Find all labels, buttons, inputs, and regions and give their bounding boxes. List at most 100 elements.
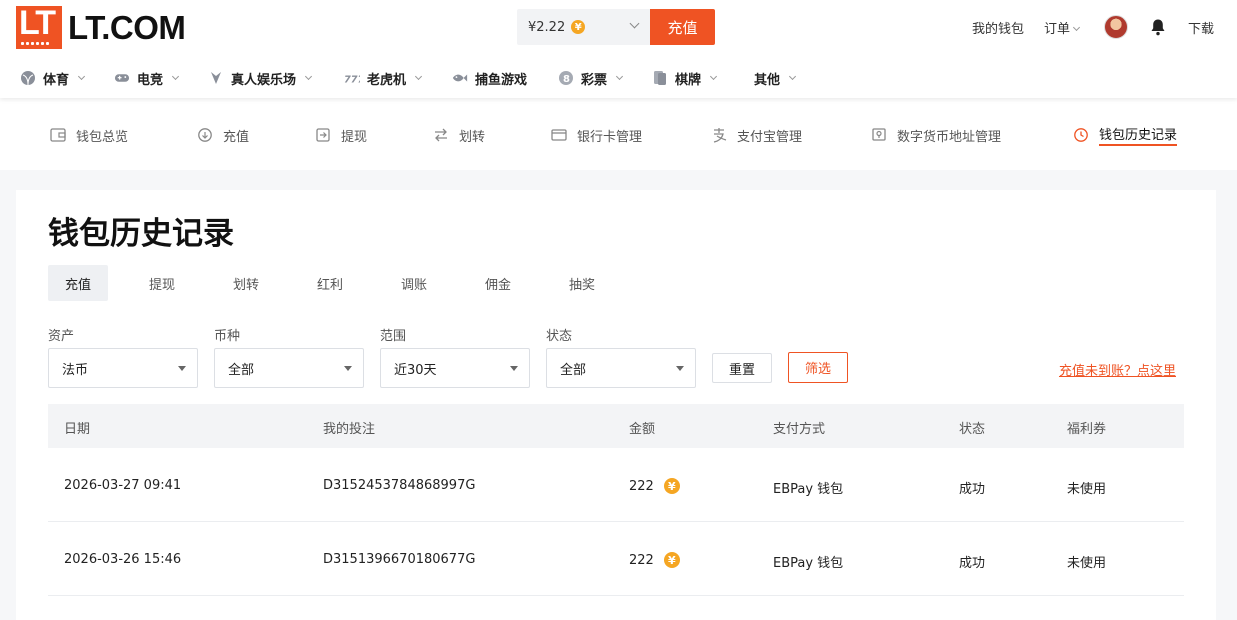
reset-button[interactable]: 重置 [712,353,772,383]
category-label: 真人娱乐场 [231,72,297,88]
row-date: 2026-03-27 09:41 [64,478,182,493]
deposit-button[interactable]: 充值 [650,9,715,45]
tab-bonus[interactable]: 红利 [300,265,360,301]
chevron-down-icon [1072,23,1081,32]
avatar[interactable] [1104,15,1128,39]
yen-coin-icon: ¥ [571,20,586,34]
table-row[interactable]: 2026-03-26 15:46 D3151396670180677G 222 … [48,522,1184,596]
caret-down-icon [344,366,352,371]
row-coupon: 未使用 [1067,482,1107,497]
row-payment-method: EBPay 钱包 [773,556,844,571]
bell-icon[interactable] [1150,18,1166,36]
range-select[interactable]: 近30天 [380,348,530,388]
category-live-casino[interactable]: 真人娱乐场 [208,64,313,92]
filter-button[interactable]: 筛选 [788,352,848,383]
row-status: 成功 [959,556,986,571]
category-label: 彩票 [581,72,608,88]
download-link[interactable]: 下载 [1188,18,1214,37]
column-my-bet: 我的投注 [323,422,376,437]
category-label: 棋牌 [675,72,702,88]
withdraw-icon [315,127,331,143]
tab-adjustment[interactable]: 调账 [384,265,444,301]
row-payment-method: EBPay 钱包 [773,482,844,497]
wallet-nav-transfer[interactable]: 划转 [433,123,485,147]
balance-dropdown[interactable]: ¥2.22 ¥ [517,9,650,45]
category-fishing[interactable]: 捕鱼游戏 [452,64,527,92]
wallet-nav-crypto-address[interactable]: 数字货币地址管理 [871,123,1001,147]
tab-deposit[interactable]: 充值 [48,265,108,301]
category-label: 体育 [43,72,70,88]
deposit-icon [197,127,213,143]
yen-coin-icon: ¥ [663,478,680,494]
status-value: 全部 [560,362,587,378]
deposit-help-link[interactable]: 充值未到账？点这里 [1059,360,1176,379]
asset-label: 资产 [48,329,75,344]
chevron-down-icon [615,72,624,81]
row-amount: 222 ¥ [629,478,680,494]
tab-withdraw[interactable]: 提现 [132,265,192,301]
tab-transfer[interactable]: 划转 [216,265,276,301]
wallet-nav-label: 钱包总览 [76,129,129,145]
category-label: 其他 [754,72,781,88]
wallet-nav-bank-cards[interactable]: 银行卡管理 [551,123,642,147]
transfer-icon [433,127,449,143]
currency-select[interactable]: 全部 [214,348,364,388]
currency-label: 币种 [214,329,241,344]
row-status: 成功 [959,482,986,497]
asset-select[interactable]: 法币 [48,348,198,388]
history-panel: 钱包历史记录 充值 提现 划转 红利 调账 佣金 抽奖 资产 法币 币种 全部 … [16,190,1216,620]
column-amount: 金额 [629,422,656,437]
clock-icon [1073,127,1089,143]
wallet-nav-history[interactable]: 钱包历史记录 [1073,123,1178,147]
wallet-nav-label: 钱包历史记录 [1099,124,1178,146]
dealer-icon [208,70,224,86]
wallet-nav-overview[interactable]: 钱包总览 [50,123,128,147]
logo-letters: LT [19,4,56,42]
orders-menu[interactable]: 订单 [1044,18,1081,37]
crypto-address-icon [871,127,887,143]
column-coupon: 福利券 [1067,422,1107,437]
tab-commission[interactable]: 佣金 [468,265,528,301]
my-wallet-link[interactable]: 我的钱包 [972,18,1024,37]
history-tabs: 充值 提现 划转 红利 调账 佣金 抽奖 [48,265,612,301]
wallet-nav-label: 充值 [223,129,250,145]
chevron-down-icon [414,72,423,81]
logo-text: LT.COM [68,8,186,46]
caret-down-icon [676,366,684,371]
row-amount-value: 222 [629,552,654,568]
category-lottery[interactable]: 8 彩票 [558,64,624,92]
chevron-down-icon [629,18,640,29]
svg-text:8: 8 [563,74,570,85]
page-title: 钱包历史记录 [48,216,234,252]
site-logo[interactable]: LT LT.COM [16,4,186,49]
wallet-nav-label: 银行卡管理 [577,129,643,145]
chevron-down-icon [171,72,180,81]
svg-text:777: 777 [344,74,360,85]
column-payment-method: 支付方式 [773,422,826,437]
category-sports[interactable]: 体育 [20,64,86,92]
category-other[interactable]: 其他 [754,64,797,92]
row-order-id: D3151396670180677G [323,552,476,567]
fish-icon [452,70,468,86]
row-amount-value: 222 [629,478,654,494]
category-esports[interactable]: 电竞 [114,64,180,92]
row-coupon: 未使用 [1067,556,1107,571]
row-order-id: D3152453784868997G [323,478,476,493]
wallet-nav-alipay[interactable]: 支付宝管理 [711,123,802,147]
wallet-nav-label: 提现 [341,129,368,145]
table-row[interactable]: 2026-03-27 09:41 D3152453784868997G 222 … [48,448,1184,522]
status-select[interactable]: 全部 [546,348,696,388]
category-slots[interactable]: 777 老虎机 [344,64,423,92]
tab-lottery-draw[interactable]: 抽奖 [552,265,612,301]
caret-down-icon [510,366,518,371]
table-header: 日期 我的投注 金额 支付方式 状态 福利券 [48,404,1184,448]
wallet-nav-label: 数字货币地址管理 [897,129,1002,145]
wallet-nav-deposit[interactable]: 充值 [197,123,249,147]
wallet-nav-label: 划转 [459,129,486,145]
chevron-down-icon [788,72,797,81]
asset-value: 法币 [62,362,89,378]
category-cards[interactable]: 棋牌 [652,64,718,92]
caret-down-icon [178,366,186,371]
wallet-nav-withdraw[interactable]: 提现 [315,123,367,147]
alipay-icon [711,127,727,143]
